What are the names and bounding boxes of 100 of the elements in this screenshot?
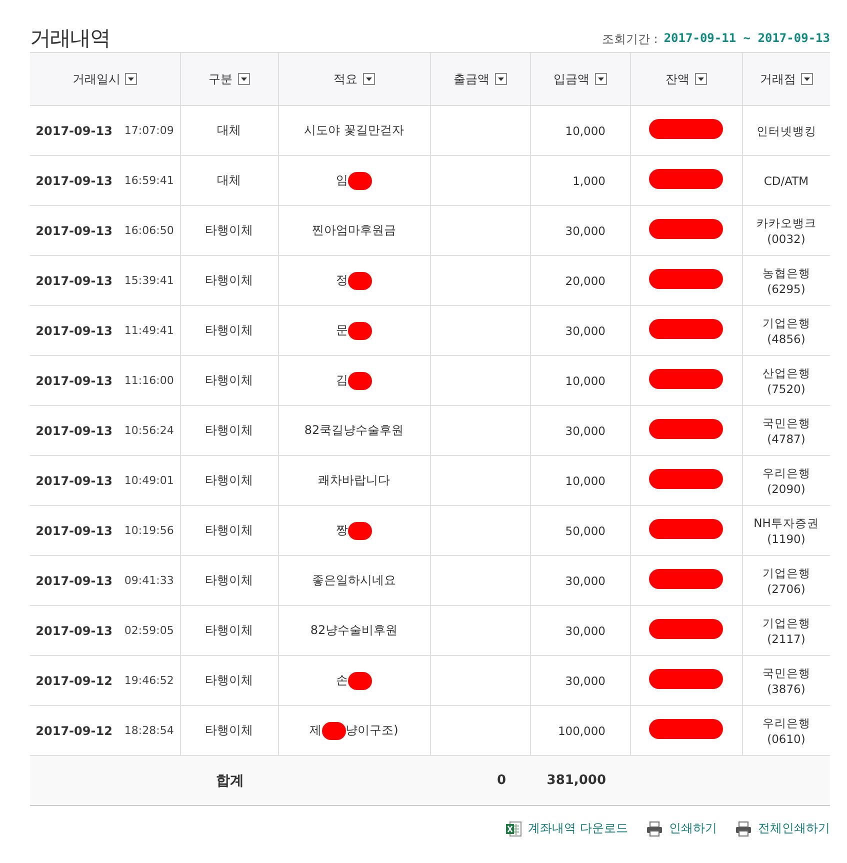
branch-code: (3876) <box>767 680 806 696</box>
type-text: 타행이체 <box>205 573 253 587</box>
memo-text: 냥이구조) <box>346 722 398 739</box>
branch-text: NH투자증권 <box>754 514 819 530</box>
memo-text: 82쿡길냥수술후원 <box>304 422 404 439</box>
type-text: 타행이체 <box>205 323 253 337</box>
redaction-mark <box>348 372 372 390</box>
date-text: 2017-09-12 <box>36 674 112 688</box>
dropdown-icon[interactable] <box>362 73 374 85</box>
action-link[interactable]: 전체인쇄하기 <box>735 820 830 837</box>
time-text: 02:59:05 <box>124 624 174 637</box>
dropdown-icon[interactable] <box>238 73 250 85</box>
branch-code: (7520) <box>767 380 806 396</box>
type-text: 타행이체 <box>205 673 253 687</box>
type-text: 타행이체 <box>205 723 253 737</box>
time-text: 18:28:54 <box>124 724 174 737</box>
amount-text: 10,000 <box>565 124 606 138</box>
column-header: 입금액 <box>554 70 590 88</box>
memo-text: 제 <box>310 722 322 739</box>
type-text: 대체 <box>217 123 241 137</box>
amount-text: 50,000 <box>565 524 606 538</box>
action-link[interactable]: 인쇄하기 <box>646 820 717 837</box>
memo-text: 82냥수술비후원 <box>310 622 398 639</box>
type-text: 타행이체 <box>205 523 253 537</box>
date-text: 2017-09-13 <box>36 474 112 488</box>
branch-code: (4787) <box>767 430 806 446</box>
memo-text: 김 <box>336 372 348 389</box>
memo-text: 임 <box>336 172 348 189</box>
amount-text: 30,000 <box>565 324 606 338</box>
branch-text: 국민은행 <box>762 664 810 680</box>
date-text: 2017-09-13 <box>36 374 112 388</box>
redaction-mark <box>348 672 372 690</box>
amount-text: 10,000 <box>565 474 606 488</box>
time-text: 16:59:41 <box>124 174 174 187</box>
date-text: 2017-09-13 <box>36 624 112 638</box>
type-text: 타행이체 <box>205 223 253 237</box>
total-amount: 381,000 <box>546 773 606 788</box>
column-header: 적요 <box>334 70 358 88</box>
date-text: 2017-09-13 <box>36 524 112 538</box>
memo-text: 찐아엄마후원금 <box>312 222 396 239</box>
time-text: 16:06:50 <box>124 224 174 237</box>
printer-icon <box>646 820 663 836</box>
time-text: 15:39:41 <box>124 274 174 287</box>
type-text: 타행이체 <box>205 623 253 637</box>
redaction-mark <box>348 522 372 540</box>
dropdown-icon[interactable] <box>125 73 138 85</box>
date-text: 2017-09-13 <box>36 174 112 188</box>
memo-text: 좋은일하시네요 <box>312 572 396 589</box>
column-header: 거래점 <box>760 70 796 88</box>
memo-text: 손 <box>336 672 348 689</box>
time-text: 10:19:56 <box>124 524 174 537</box>
amount-text: 20,000 <box>565 274 606 288</box>
amount-text: 30,000 <box>565 624 606 638</box>
time-text: 17:07:09 <box>124 124 174 137</box>
branch-text: 농협은행 <box>762 264 810 280</box>
column-header: 출금액 <box>454 70 490 88</box>
total-label: 합계 <box>216 772 244 788</box>
branch-text: 국민은행 <box>762 414 810 430</box>
branch-code: (1190) <box>767 530 806 546</box>
period-label: 조회기간 : <box>602 31 658 48</box>
amount-text: 10,000 <box>565 374 606 388</box>
amount-text: 30,000 <box>565 674 606 688</box>
branch-text: CD/ATM <box>764 172 809 188</box>
redaction-mark <box>348 322 372 340</box>
amount-text: 30,000 <box>565 574 606 588</box>
time-text: 10:49:01 <box>124 474 174 487</box>
branch-text: 산업은행 <box>762 364 810 380</box>
date-text: 2017-09-13 <box>36 424 112 438</box>
branch-code: (0610) <box>767 730 806 746</box>
branch-code: (2117) <box>767 630 806 646</box>
dropdown-icon[interactable] <box>694 73 706 85</box>
branch-code: (4856) <box>767 330 806 346</box>
amount-text: 100,000 <box>558 724 606 738</box>
type-text: 타행이체 <box>205 373 253 387</box>
column-header: 잔액 <box>666 70 690 88</box>
dropdown-icon[interactable] <box>594 73 606 85</box>
branch-code: (2090) <box>767 480 806 496</box>
memo-text: 짱 <box>336 522 348 539</box>
action-link[interactable]: 계좌내역 다운로드 <box>506 820 628 837</box>
branch-text: 우리은행 <box>762 464 810 480</box>
column-header: 구분 <box>208 70 232 88</box>
type-text: 타행이체 <box>205 273 253 287</box>
date-text: 2017-09-13 <box>36 124 112 138</box>
dropdown-icon[interactable] <box>800 73 813 85</box>
page-title: 거래내역 <box>30 25 110 52</box>
total-amount: 0 <box>496 773 506 788</box>
date-text: 2017-09-13 <box>36 574 112 588</box>
branch-code: (2706) <box>767 580 806 596</box>
redaction-mark <box>322 722 346 740</box>
branch-text: 기업은행 <box>762 614 810 630</box>
date-text: 2017-09-12 <box>36 724 112 738</box>
date-text: 2017-09-13 <box>36 224 112 238</box>
branch-text: 인터넷뱅킹 <box>756 122 816 138</box>
spreadsheet-icon <box>506 820 522 836</box>
branch-code: (6295) <box>767 280 806 296</box>
branch-text: 기업은행 <box>762 564 810 580</box>
dropdown-icon[interactable] <box>494 73 506 85</box>
type-text: 타행이체 <box>205 473 253 487</box>
amount-text: 1,000 <box>572 174 606 188</box>
column-header: 거래일시 <box>72 70 120 88</box>
